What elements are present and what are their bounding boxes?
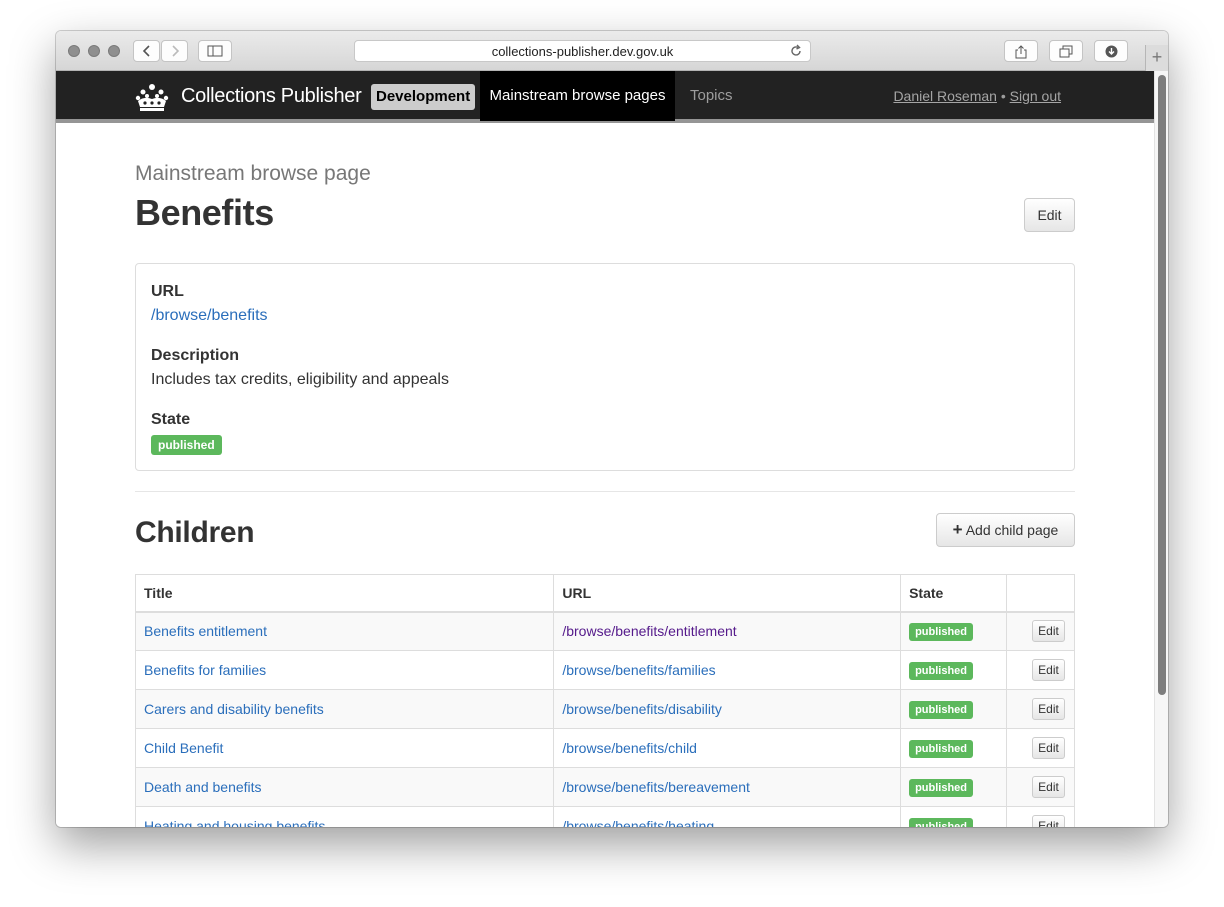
browser-toolbar: collections-publisher.dev.gov.uk + — [56, 31, 1168, 71]
child-title-link[interactable]: Heating and housing benefits — [144, 818, 325, 827]
close-window-button[interactable] — [68, 45, 80, 57]
address-bar[interactable]: collections-publisher.dev.gov.uk — [354, 40, 811, 62]
child-title-link[interactable]: Child Benefit — [144, 740, 223, 756]
status-badge: published — [909, 700, 974, 719]
minimize-window-button[interactable] — [88, 45, 100, 57]
reload-icon[interactable] — [788, 43, 804, 59]
status-badge: published — [151, 435, 222, 455]
table-row: Death and benefits /browse/benefits/bere… — [134, 767, 1075, 807]
user-menu: Daniel Roseman • Sign out — [893, 88, 1061, 104]
children-heading: Children — [135, 516, 255, 549]
child-title-link[interactable]: Benefits for families — [144, 662, 266, 678]
column-header-title: Title — [134, 574, 555, 613]
page-content: Collections Publisher Development Mainst… — [56, 71, 1154, 827]
edit-page-button[interactable]: Edit — [1024, 198, 1075, 232]
child-url-link[interactable]: /browse/benefits/families — [562, 662, 715, 678]
details-panel: URL /browse/benefits Description Include… — [135, 263, 1075, 471]
child-title-link[interactable]: Death and benefits — [144, 779, 262, 795]
vertical-scrollbar[interactable] — [1154, 71, 1168, 827]
site-navbar: Collections Publisher Development Mainst… — [56, 71, 1154, 123]
chevron-left-icon — [142, 45, 150, 57]
child-url-link[interactable]: /browse/benefits/entitlement — [562, 623, 736, 639]
add-child-page-button[interactable]: + Add child page — [936, 513, 1075, 547]
plus-icon: + — [952, 520, 963, 539]
description-label: Description — [151, 347, 240, 364]
divider — [135, 491, 1075, 492]
child-url-link[interactable]: /browse/benefits/disability — [562, 701, 722, 717]
child-url-link[interactable]: /browse/benefits/heating — [562, 818, 714, 827]
sign-out-link[interactable]: Sign out — [1010, 88, 1061, 104]
child-title-link[interactable]: Benefits entitlement — [144, 623, 267, 639]
edit-child-button[interactable]: Edit — [1032, 659, 1065, 681]
status-badge: published — [909, 817, 974, 827]
edit-child-button[interactable]: Edit — [1032, 815, 1065, 827]
download-icon — [1105, 45, 1117, 58]
crown-icon — [135, 84, 169, 111]
nav-topics[interactable]: Topics — [690, 71, 733, 121]
new-tab-button[interactable]: + — [1145, 45, 1168, 71]
browser-window: collections-publisher.dev.gov.uk + Colle… — [56, 31, 1168, 827]
child-title-link[interactable]: Carers and disability benefits — [144, 701, 324, 717]
user-name-link[interactable]: Daniel Roseman — [893, 88, 997, 104]
description-value: Includes tax credits, eligibility and ap… — [151, 371, 449, 388]
tabs-icon — [1059, 45, 1073, 58]
column-header-state: State — [900, 574, 1007, 613]
brand-link[interactable]: Collections Publisher — [181, 85, 362, 108]
edit-child-button[interactable]: Edit — [1032, 620, 1065, 643]
edit-child-button[interactable]: Edit — [1032, 698, 1065, 720]
url-link[interactable]: /browse/benefits — [151, 307, 268, 325]
forward-button[interactable] — [161, 40, 188, 62]
status-badge: published — [909, 778, 974, 797]
environment-label: Development — [371, 84, 476, 110]
column-header-url: URL — [553, 574, 902, 613]
page-subtitle: Mainstream browse page — [135, 162, 371, 185]
table-row: Carers and disability benefits /browse/b… — [134, 689, 1075, 729]
plus-icon: + — [1151, 47, 1163, 67]
add-child-page-label: Add child page — [965, 522, 1059, 538]
table-row: Heating and housing benefits /browse/ben… — [134, 806, 1075, 827]
child-url-link[interactable]: /browse/benefits/child — [562, 740, 697, 756]
sidebar-toggle-button[interactable] — [198, 40, 232, 62]
column-header-actions — [1006, 574, 1075, 613]
status-badge: published — [909, 739, 974, 758]
nav-mainstream-browse-pages[interactable]: Mainstream browse pages — [480, 71, 675, 121]
zoom-window-button[interactable] — [108, 45, 120, 57]
table-row: Child Benefit /browse/benefits/child pub… — [134, 728, 1075, 768]
child-url-link[interactable]: /browse/benefits/bereavement — [562, 779, 750, 795]
status-badge: published — [909, 661, 974, 680]
sidebar-icon — [207, 45, 223, 57]
tabs-overview-button[interactable] — [1049, 40, 1083, 62]
scrollbar-thumb[interactable] — [1158, 75, 1166, 695]
table-row: Benefits entitlement /browse/benefits/en… — [134, 611, 1075, 651]
table-header-row: Title URL State — [134, 574, 1075, 613]
back-button[interactable] — [133, 40, 160, 62]
url-label: URL — [151, 283, 184, 300]
share-button[interactable] — [1004, 40, 1038, 62]
share-icon — [1015, 45, 1027, 59]
table-row: Benefits for families /browse/benefits/f… — [134, 650, 1075, 690]
status-badge: published — [909, 622, 974, 641]
user-separator: • — [996, 88, 1010, 104]
page-title: Benefits — [135, 192, 274, 233]
children-table: Title URL State Benefits entitlement /br… — [134, 574, 1075, 827]
chevron-right-icon — [171, 45, 179, 57]
edit-child-button[interactable]: Edit — [1032, 776, 1065, 798]
address-url: collections-publisher.dev.gov.uk — [491, 44, 674, 59]
state-label: State — [151, 411, 191, 428]
downloads-button[interactable] — [1094, 40, 1128, 62]
edit-child-button[interactable]: Edit — [1032, 737, 1065, 759]
